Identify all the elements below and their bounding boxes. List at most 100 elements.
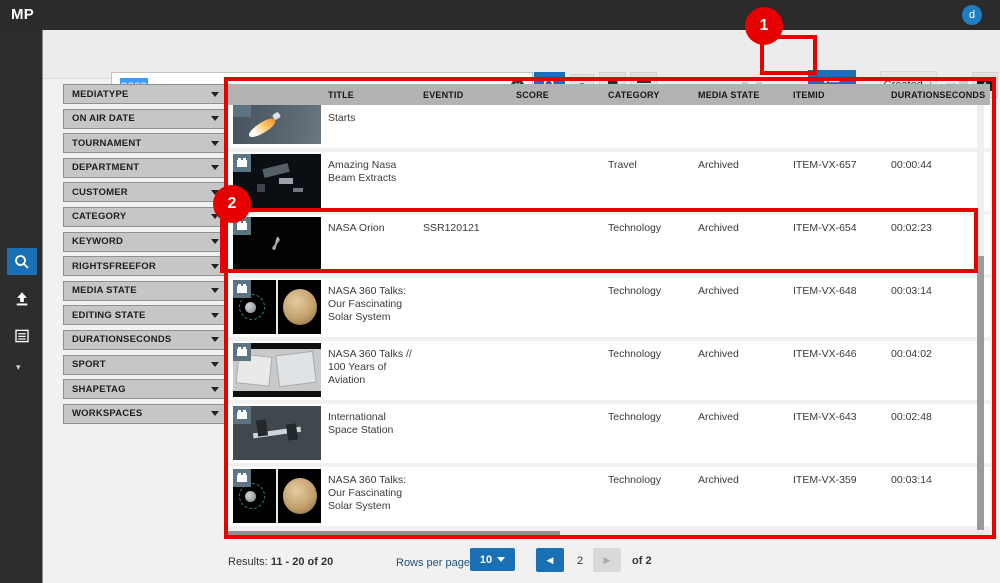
filter-customer[interactable]: CUSTOMER — [63, 182, 228, 202]
title-cell: NASA 360 Talks:Our FascinatingSolar Syst… — [328, 467, 423, 526]
result-row[interactable]: NASA 360 Talks:Our FascinatingSolar Syst… — [228, 467, 990, 526]
eventid-cell — [423, 278, 516, 337]
title-cell: NASA Orion — [328, 215, 423, 274]
title-line: Our Fascinating — [328, 487, 423, 500]
chevron-down-icon — [211, 411, 219, 416]
rail-upload-button[interactable] — [7, 285, 37, 312]
category-cell: Technology — [608, 278, 698, 337]
chevron-left-icon: ◀ — [547, 555, 554, 566]
title-cell: NASA 360 Talks:Our FascinatingSolar Syst… — [328, 278, 423, 337]
media-type-badge — [233, 469, 251, 487]
thumbnail-cell — [228, 152, 328, 211]
filter-rightsfreefor[interactable]: RIGHTSFREEFOR — [63, 256, 228, 276]
title-line: Beam Extracts — [328, 172, 423, 185]
rows-per-page-select[interactable]: 10 — [470, 548, 515, 571]
filter-label: DURATIONSECONDS — [72, 334, 171, 345]
filter-editing-state[interactable]: EDITING STATE — [63, 305, 228, 325]
filter-label: WORKSPACES — [72, 408, 142, 419]
filter-durationseconds[interactable]: DURATIONSECONDS — [63, 330, 228, 350]
column-header-itemid[interactable]: ITEMID — [793, 90, 891, 100]
result-row[interactable]: NASA 360 Talks:Our FascinatingSolar Syst… — [228, 278, 990, 337]
result-row[interactable]: Amazing NasaBeam ExtractsTravelArchivedI… — [228, 152, 990, 211]
title-cell: Amazing NasaBeam Extracts — [328, 152, 423, 211]
chevron-down-icon — [211, 337, 219, 342]
filter-mediatype[interactable]: MEDIATYPE — [63, 84, 228, 104]
filter-lines-icon — [637, 81, 651, 83]
film-icon — [237, 475, 247, 482]
column-header-eventid[interactable]: EVENTID — [423, 90, 516, 100]
chevron-down-icon — [211, 288, 219, 293]
chevron-down-icon — [211, 190, 219, 195]
title-cell: NASA 360 Talks //100 Years ofAviation — [328, 341, 423, 400]
rail-jobs-button[interactable] — [7, 322, 37, 349]
eventid-cell: SSR120121 — [423, 215, 516, 274]
score-cell — [516, 215, 608, 274]
eventid-cell — [423, 467, 516, 526]
filter-label: EDITING STATE — [72, 310, 146, 321]
score-cell — [516, 105, 608, 148]
category-cell — [608, 105, 698, 148]
column-header-score[interactable]: SCORE — [516, 90, 608, 100]
column-header-media-state[interactable]: MEDIA STATE — [698, 90, 793, 100]
duration-cell — [891, 105, 990, 148]
media-state-cell: Archived — [698, 278, 793, 337]
score-cell — [516, 467, 608, 526]
filter-label: SHAPETAG — [72, 384, 126, 395]
filter-category[interactable]: CATEGORY — [63, 207, 228, 227]
title-line: Solar System — [328, 500, 423, 513]
media-type-badge — [233, 217, 251, 235]
itemid-cell: ITEM-VX-657 — [793, 152, 891, 211]
filter-label: SPORT — [72, 359, 106, 370]
previous-page-button[interactable]: ◀ — [536, 548, 564, 572]
rail-search-button[interactable] — [7, 248, 37, 275]
score-cell — [516, 278, 608, 337]
left-rail: ▾ — [0, 30, 43, 583]
filter-tournament[interactable]: TOURNAMENT — [63, 133, 228, 153]
media-state-cell: Archived — [698, 152, 793, 211]
chevron-down-icon — [211, 239, 219, 244]
filter-sport[interactable]: SPORT — [63, 355, 228, 375]
category-cell: Technology — [608, 341, 698, 400]
media-state-cell: Archived — [698, 341, 793, 400]
rail-more-button[interactable]: ▾ — [16, 362, 28, 372]
media-type-badge — [233, 154, 251, 172]
column-header-category[interactable]: CATEGORY — [608, 90, 698, 100]
filter-department[interactable]: DEPARTMENT — [63, 158, 228, 178]
title-cell: Starts — [328, 105, 423, 148]
filter-workspaces[interactable]: WORKSPACES — [63, 404, 228, 424]
horizontal-scrollbar-thumb[interactable] — [228, 531, 560, 538]
result-row[interactable]: InternationalSpace StationTechnologyArch… — [228, 404, 990, 463]
list-panel-icon — [13, 327, 31, 345]
title-cell: InternationalSpace Station — [328, 404, 423, 463]
title-line: Amazing Nasa — [328, 159, 423, 172]
itemid-cell: ITEM-VX-646 — [793, 341, 891, 400]
column-header-durationseconds[interactable]: DURATIONSECONDS — [891, 90, 990, 100]
column-header-title[interactable]: TITLE — [328, 90, 423, 100]
title-line: NASA 360 Talks: — [328, 474, 423, 487]
next-page-button[interactable]: ▶ — [593, 548, 621, 572]
score-cell — [516, 152, 608, 211]
filter-keyword[interactable]: KEYWORD — [63, 232, 228, 252]
filter-media-state[interactable]: MEDIA STATE — [63, 281, 228, 301]
result-row[interactable]: NASA OrionSSR120121TechnologyArchivedITE… — [228, 215, 990, 274]
user-avatar[interactable]: d — [962, 5, 982, 25]
top-bar: MP d — [0, 0, 1000, 30]
title-line: 100 Years of — [328, 361, 423, 374]
filter-shapetag[interactable]: SHAPETAG — [63, 379, 228, 399]
vertical-scrollbar-thumb[interactable] — [977, 256, 984, 530]
duration-cell: 00:03:14 — [891, 467, 990, 526]
filter-label: KEYWORD — [72, 236, 123, 247]
filter-label: MEDIATYPE — [72, 89, 129, 100]
score-cell — [516, 404, 608, 463]
thumbnail-cell — [228, 105, 328, 148]
duration-cell: 00:00:44 — [891, 152, 990, 211]
result-row[interactable]: Starts — [228, 105, 990, 148]
filter-label: CATEGORY — [72, 211, 126, 222]
filter-label: RIGHTSFREEFOR — [72, 261, 156, 272]
title-line: Space Station — [328, 424, 423, 437]
filter-panel: MEDIATYPE ON AIR DATE TOURNAMENT DEPARTMENT… — [63, 84, 228, 424]
filter-on-air-date[interactable]: ON AIR DATE — [63, 109, 228, 129]
rows-per-page-value: 10 — [480, 554, 492, 566]
eventid-cell — [423, 152, 516, 211]
result-row[interactable]: NASA 360 Talks //100 Years ofAviation Tec… — [228, 341, 990, 400]
